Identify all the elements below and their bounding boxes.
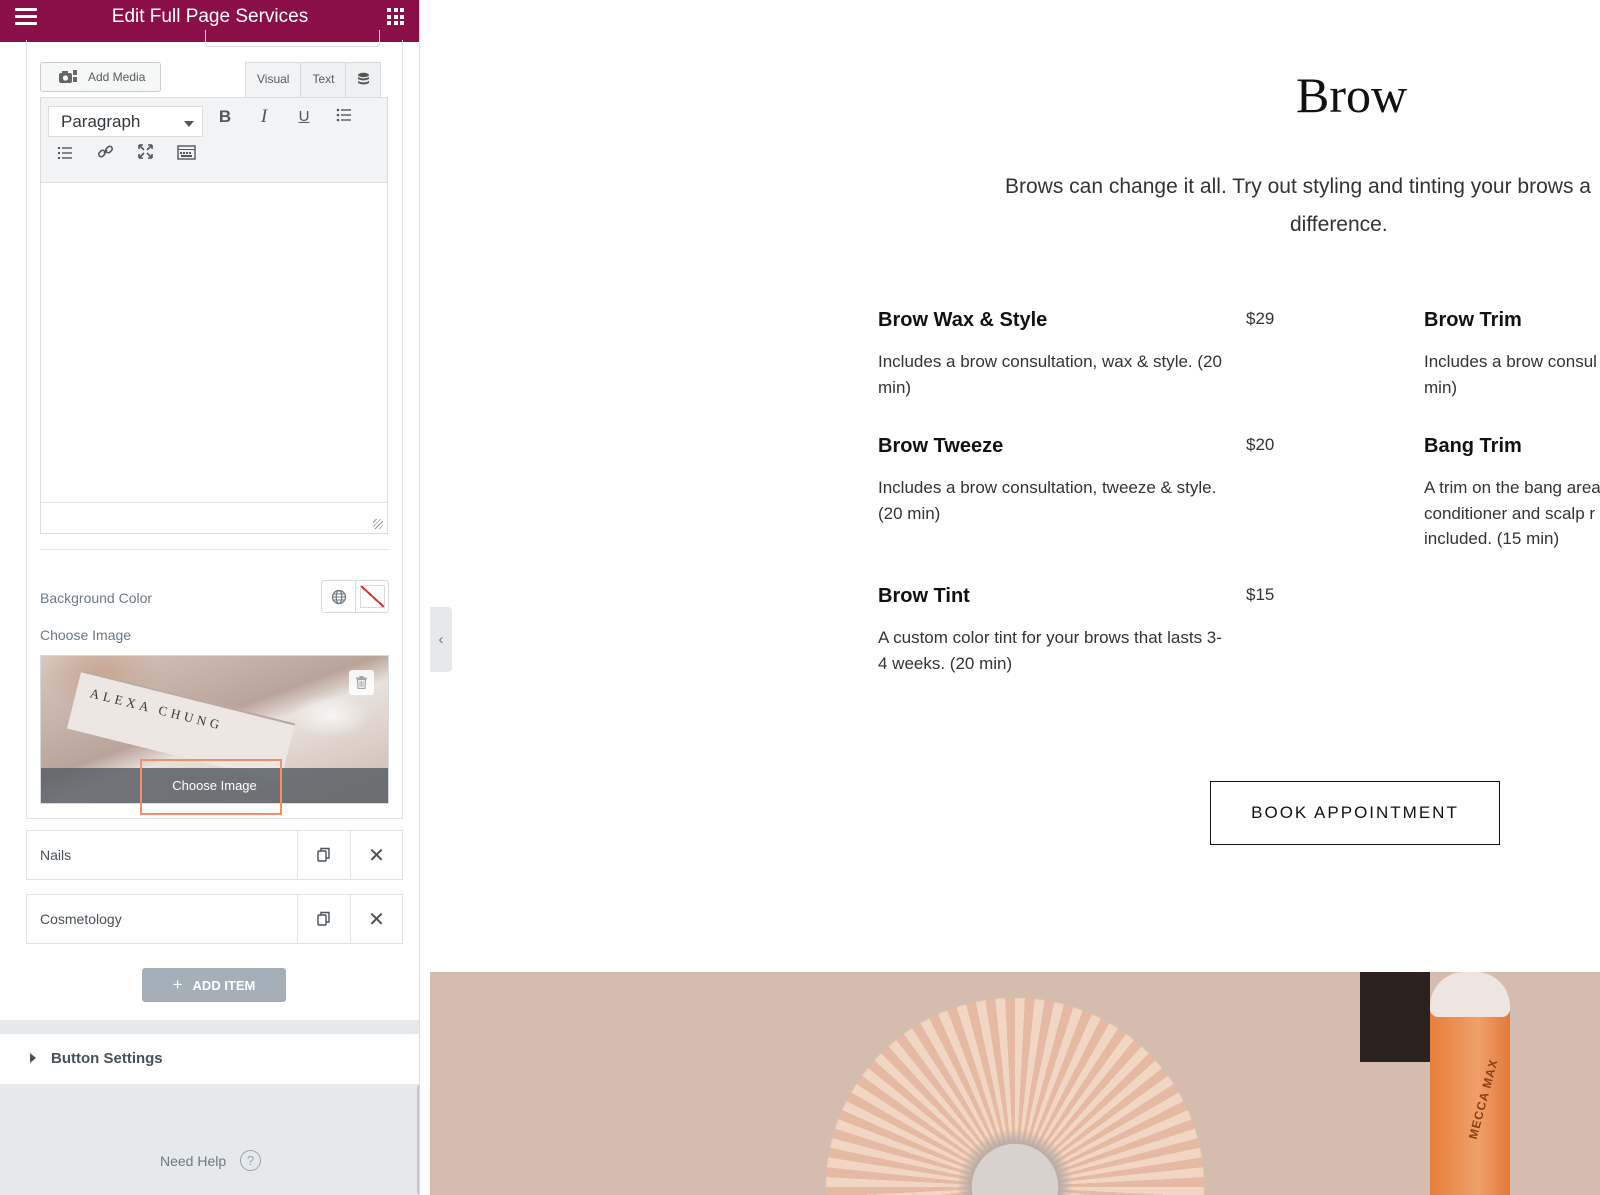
subtitle-line-2: difference. [1290,213,1388,236]
tab-text[interactable]: Text [300,62,347,97]
service-item: Brow Trim Includes a brow consul (20 min… [1424,309,1600,399]
service-name: Brow Tweeze [878,435,1004,457]
global-colors-button[interactable] [322,581,356,612]
button-settings-title: Button Settings [51,1050,163,1067]
format-select[interactable]: Paragraph [48,106,203,137]
duplicate-icon[interactable] [297,895,350,943]
button-settings-section[interactable]: Button Settings [0,1034,419,1084]
chevron-down-icon [184,121,194,127]
repeater-item-cosmetology[interactable]: Cosmetology ✕ [26,894,403,944]
format-select-value: Paragraph [61,112,141,131]
duplicate-icon[interactable] [297,831,350,879]
plus-icon: + [172,975,183,994]
widgets-grid-icon[interactable] [387,8,404,25]
background-color-label: Background Color [40,590,153,606]
editor-panel: Edit Full Page Services Add Media Visual… [0,0,420,1195]
trash-icon[interactable] [349,670,374,695]
service-name: Brow Trim [1424,309,1522,331]
service-description: Includes a brow consultation, wax & styl… [878,352,1222,397]
add-media-label: Add Media [88,70,146,84]
bullet-list-icon[interactable] [330,103,358,131]
section-separator [0,1020,419,1034]
database-icon [358,72,370,85]
service-name: Brow Tint [878,585,970,607]
section-title: Brow [1296,67,1408,123]
link-icon[interactable] [91,141,119,169]
service-price: $20 [1246,435,1275,454]
need-help-link[interactable]: Need Help [160,1153,226,1169]
decorative-photo: MECCA MAX [430,972,1600,1195]
subtitle-line-1: Brows can change it all. Try out styling… [1005,175,1591,198]
highlight-box [140,759,282,815]
page-preview: Brow Brows can change it all. Try out st… [430,0,1600,1195]
service-price: $15 [1246,585,1275,604]
add-item-button[interactable]: + ADD ITEM [142,968,286,1002]
underline-icon[interactable]: U [290,103,318,131]
keyboard-icon[interactable] [172,141,200,169]
add-item-label: ADD ITEM [192,978,256,993]
italic-icon[interactable]: I [250,103,278,131]
collapse-panel-button[interactable]: ‹ [430,607,452,672]
editor-statusbar [41,502,387,533]
help-footer: Need Help ? [0,1084,419,1195]
service-description: Includes a brow consul (20 min) [1424,352,1600,397]
help-icon[interactable]: ? [240,1150,261,1171]
close-icon[interactable]: ✕ [350,831,402,879]
service-price: $29 [1246,309,1275,328]
numbered-list-icon[interactable] [51,141,79,169]
fullscreen-icon[interactable] [131,141,159,169]
media-icon [59,70,77,83]
dynamic-tags-button[interactable] [345,62,382,97]
photo-book-corner [1360,972,1430,1062]
repeater-item-label: Nails [40,847,72,863]
service-description: Includes a brow consultation, tweeze & s… [878,478,1217,523]
book-appointment-button[interactable]: BOOK APPOINTMENT [1210,781,1500,845]
panel-scrollbar[interactable] [417,1085,419,1195]
repeater-item-nails[interactable]: Nails ✕ [26,830,403,880]
editor-toolbar: Paragraph B I U [41,98,387,183]
service-description: A custom color tint for your brows that … [878,628,1222,673]
service-item: Bang Trim A trim on the bang area condit… [1424,435,1600,555]
service-name: Bang Trim [1424,435,1522,457]
choose-image-label: Choose Image [40,627,132,643]
repeater-item-label: Cosmetology [40,911,122,927]
caret-right-icon [30,1053,36,1063]
color-swatch-empty[interactable] [360,585,385,608]
bold-icon[interactable]: B [211,103,239,131]
background-color-control [321,580,389,613]
editor-tabs: Visual Text [245,62,382,97]
wysiwyg-editor: Paragraph B I U [40,97,388,534]
globe-icon [331,589,346,604]
editor-content-area[interactable] [41,183,387,503]
service-description: A trim on the bang area conditioner and … [1424,478,1600,548]
service-name: Brow Wax & Style [878,309,1048,331]
add-media-button[interactable]: Add Media [40,62,161,92]
panel-title: Edit Full Page Services [111,6,309,27]
title-field[interactable] [205,30,380,47]
close-icon[interactable]: ✕ [350,895,402,943]
section-subtitle: Brows can change it all. Try out styling… [1005,168,1600,236]
divider [40,549,390,550]
tab-visual[interactable]: Visual [245,62,302,97]
resize-handle-icon[interactable] [373,519,383,529]
